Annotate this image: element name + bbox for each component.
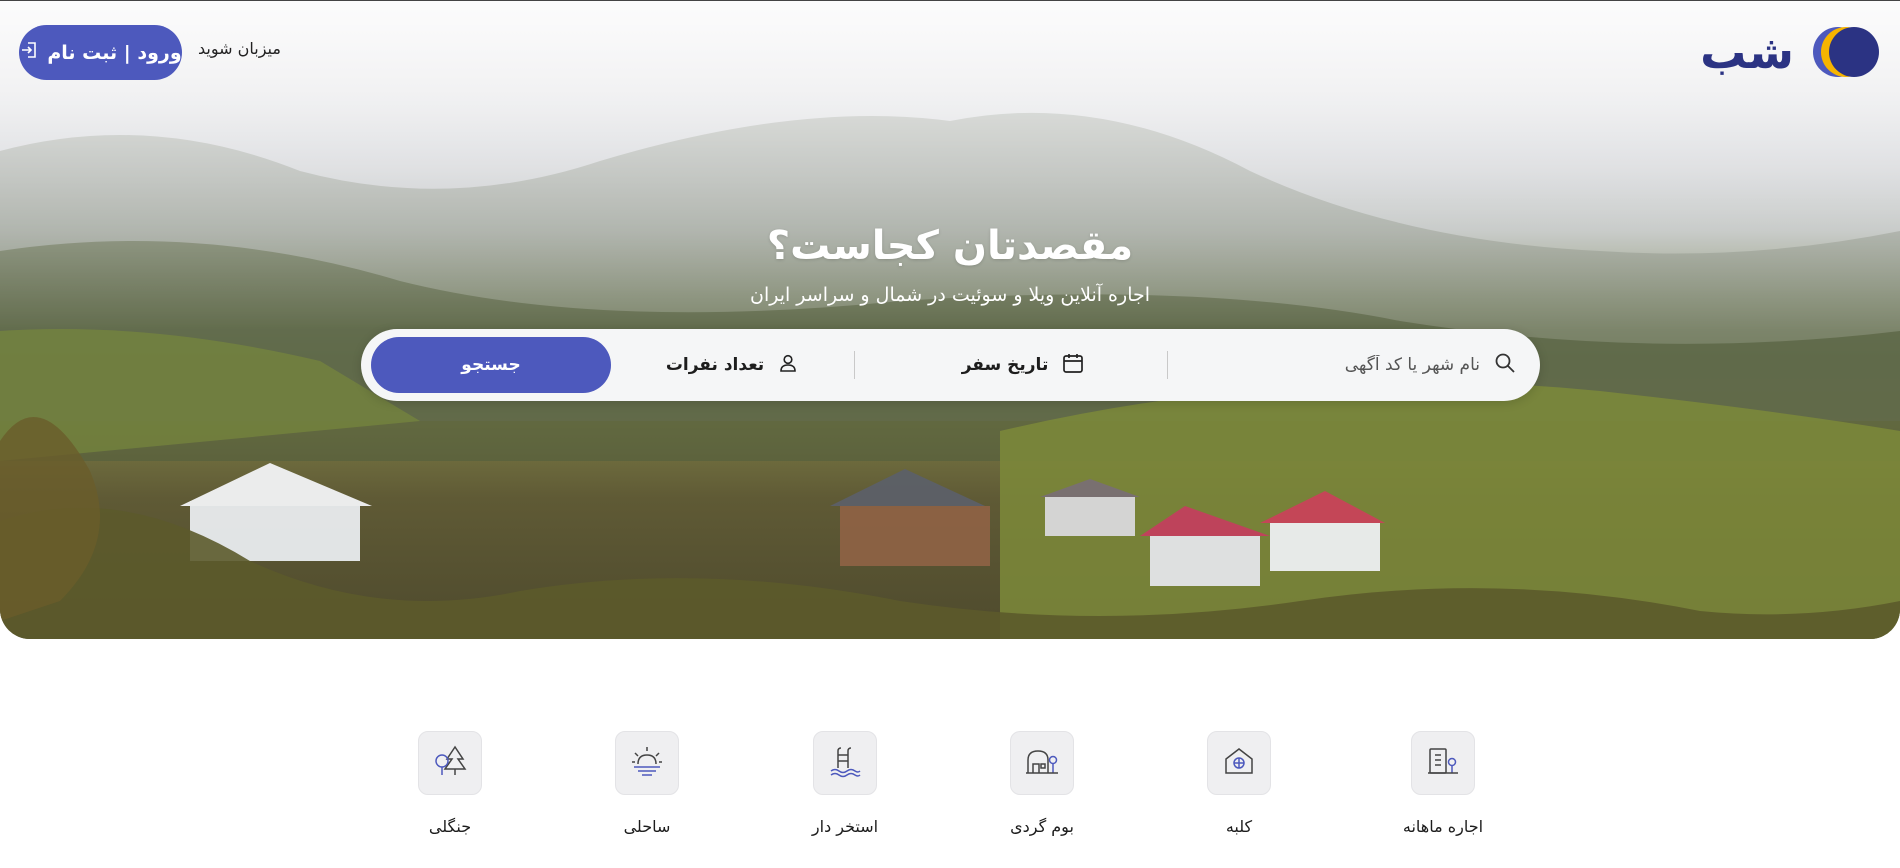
category-icon-box	[418, 731, 482, 795]
search-bar: تاریخ سفر تعداد نفرات جستجو	[361, 329, 1540, 401]
sunrise-beach-icon	[630, 744, 664, 782]
travel-date-label: تاریخ سفر	[961, 355, 1049, 375]
category-icon-box	[1411, 731, 1475, 795]
search-divider	[854, 351, 855, 379]
category-cabin[interactable]: کلبه	[1169, 731, 1309, 836]
guests-label: تعداد نفرات	[665, 355, 765, 375]
logo-mark-icon	[1804, 23, 1882, 81]
become-host-link[interactable]: میزبان شوید	[198, 39, 281, 58]
ecolodge-icon	[1025, 744, 1059, 782]
forest-icon	[433, 744, 467, 782]
search-submit-button[interactable]: جستجو	[371, 337, 611, 393]
calendar-icon	[1062, 352, 1084, 378]
cabin-icon	[1222, 744, 1256, 782]
city-search-field[interactable]	[1196, 329, 1516, 401]
category-pool[interactable]: استخر دار	[775, 731, 915, 836]
hero-banner: شب ورود | ثبت نام میزبان شوید مقصدتان کج…	[0, 1, 1900, 639]
travel-date-field[interactable]: تاریخ سفر	[873, 329, 1173, 401]
logo-wordmark: شب	[1700, 25, 1794, 79]
search-icon	[1494, 352, 1516, 378]
category-forest[interactable]: جنگلی	[380, 731, 520, 836]
category-icon-box	[1010, 731, 1074, 795]
category-icon-box	[615, 731, 679, 795]
category-label: جنگلی	[428, 817, 472, 836]
category-icon-box	[1207, 731, 1271, 795]
city-search-input[interactable]	[1220, 355, 1480, 375]
category-ecolodge[interactable]: بوم گردی	[972, 731, 1112, 836]
login-register-button[interactable]: ورود | ثبت نام	[19, 25, 182, 80]
category-label: بوم گردی	[1010, 817, 1074, 836]
login-register-label: ورود | ثبت نام	[47, 41, 182, 64]
pool-icon	[828, 744, 862, 782]
category-label: کلبه	[1225, 817, 1253, 836]
category-label: استخر دار	[811, 817, 879, 836]
category-beach[interactable]: ساحلی	[577, 731, 717, 836]
site-logo[interactable]: شب	[1700, 23, 1882, 81]
user-icon	[778, 353, 798, 377]
category-label: ساحلی	[623, 817, 671, 836]
category-icon-box	[813, 731, 877, 795]
hero-subtitle: اجاره آنلاین ویلا و سوئیت در شمال و سراس…	[749, 284, 1151, 306]
hero-landscape-image	[0, 1, 1900, 639]
building-tree-icon	[1426, 744, 1460, 782]
category-list: اجاره ماهانه کلبه بوم گردی استخر دار ساح…	[0, 731, 1900, 851]
login-icon	[19, 40, 39, 65]
guests-field[interactable]: تعداد نفرات	[612, 329, 852, 401]
hero-title: مقصدتان کجاست؟	[766, 223, 1134, 269]
category-monthly-rent[interactable]: اجاره ماهانه	[1373, 731, 1513, 836]
category-label: اجاره ماهانه	[1402, 817, 1484, 836]
